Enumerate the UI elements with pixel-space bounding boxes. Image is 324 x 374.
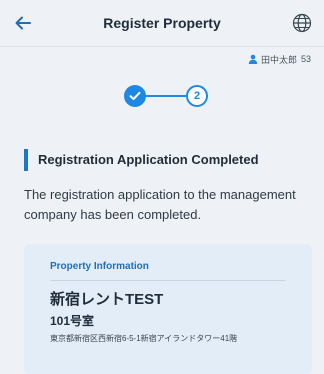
progress-stepper: 2 — [124, 85, 208, 107]
header-divider — [0, 46, 324, 47]
completion-message: The registration application to the mana… — [24, 187, 296, 222]
step-1-completed — [124, 85, 146, 107]
page-title: Register Property — [103, 15, 221, 31]
step-2-current: 2 — [186, 85, 208, 107]
property-name: 新宿レントTEST — [50, 291, 164, 308]
section-title: Registration Application Completed — [24, 149, 259, 171]
check-icon — [129, 91, 141, 100]
room-number: 101号室 — [50, 314, 95, 328]
user-id: 53 — [300, 54, 311, 64]
user-info: 田中太郎 53 — [248, 52, 311, 66]
property-info-card: Property Information 新宿レントTEST 101号室 東京都… — [24, 244, 312, 374]
step-connector — [146, 95, 186, 97]
globe-icon — [292, 13, 312, 33]
app-header: Register Property — [0, 0, 324, 46]
property-address: 東京都新宿区西新宿6-5-1新宿アイランドタワー41階 — [50, 334, 238, 343]
person-icon — [248, 54, 258, 64]
user-name: 田中太郎 — [260, 54, 297, 65]
card-divider — [50, 280, 286, 281]
card-label: Property Information — [50, 261, 149, 272]
language-button[interactable] — [290, 11, 314, 35]
